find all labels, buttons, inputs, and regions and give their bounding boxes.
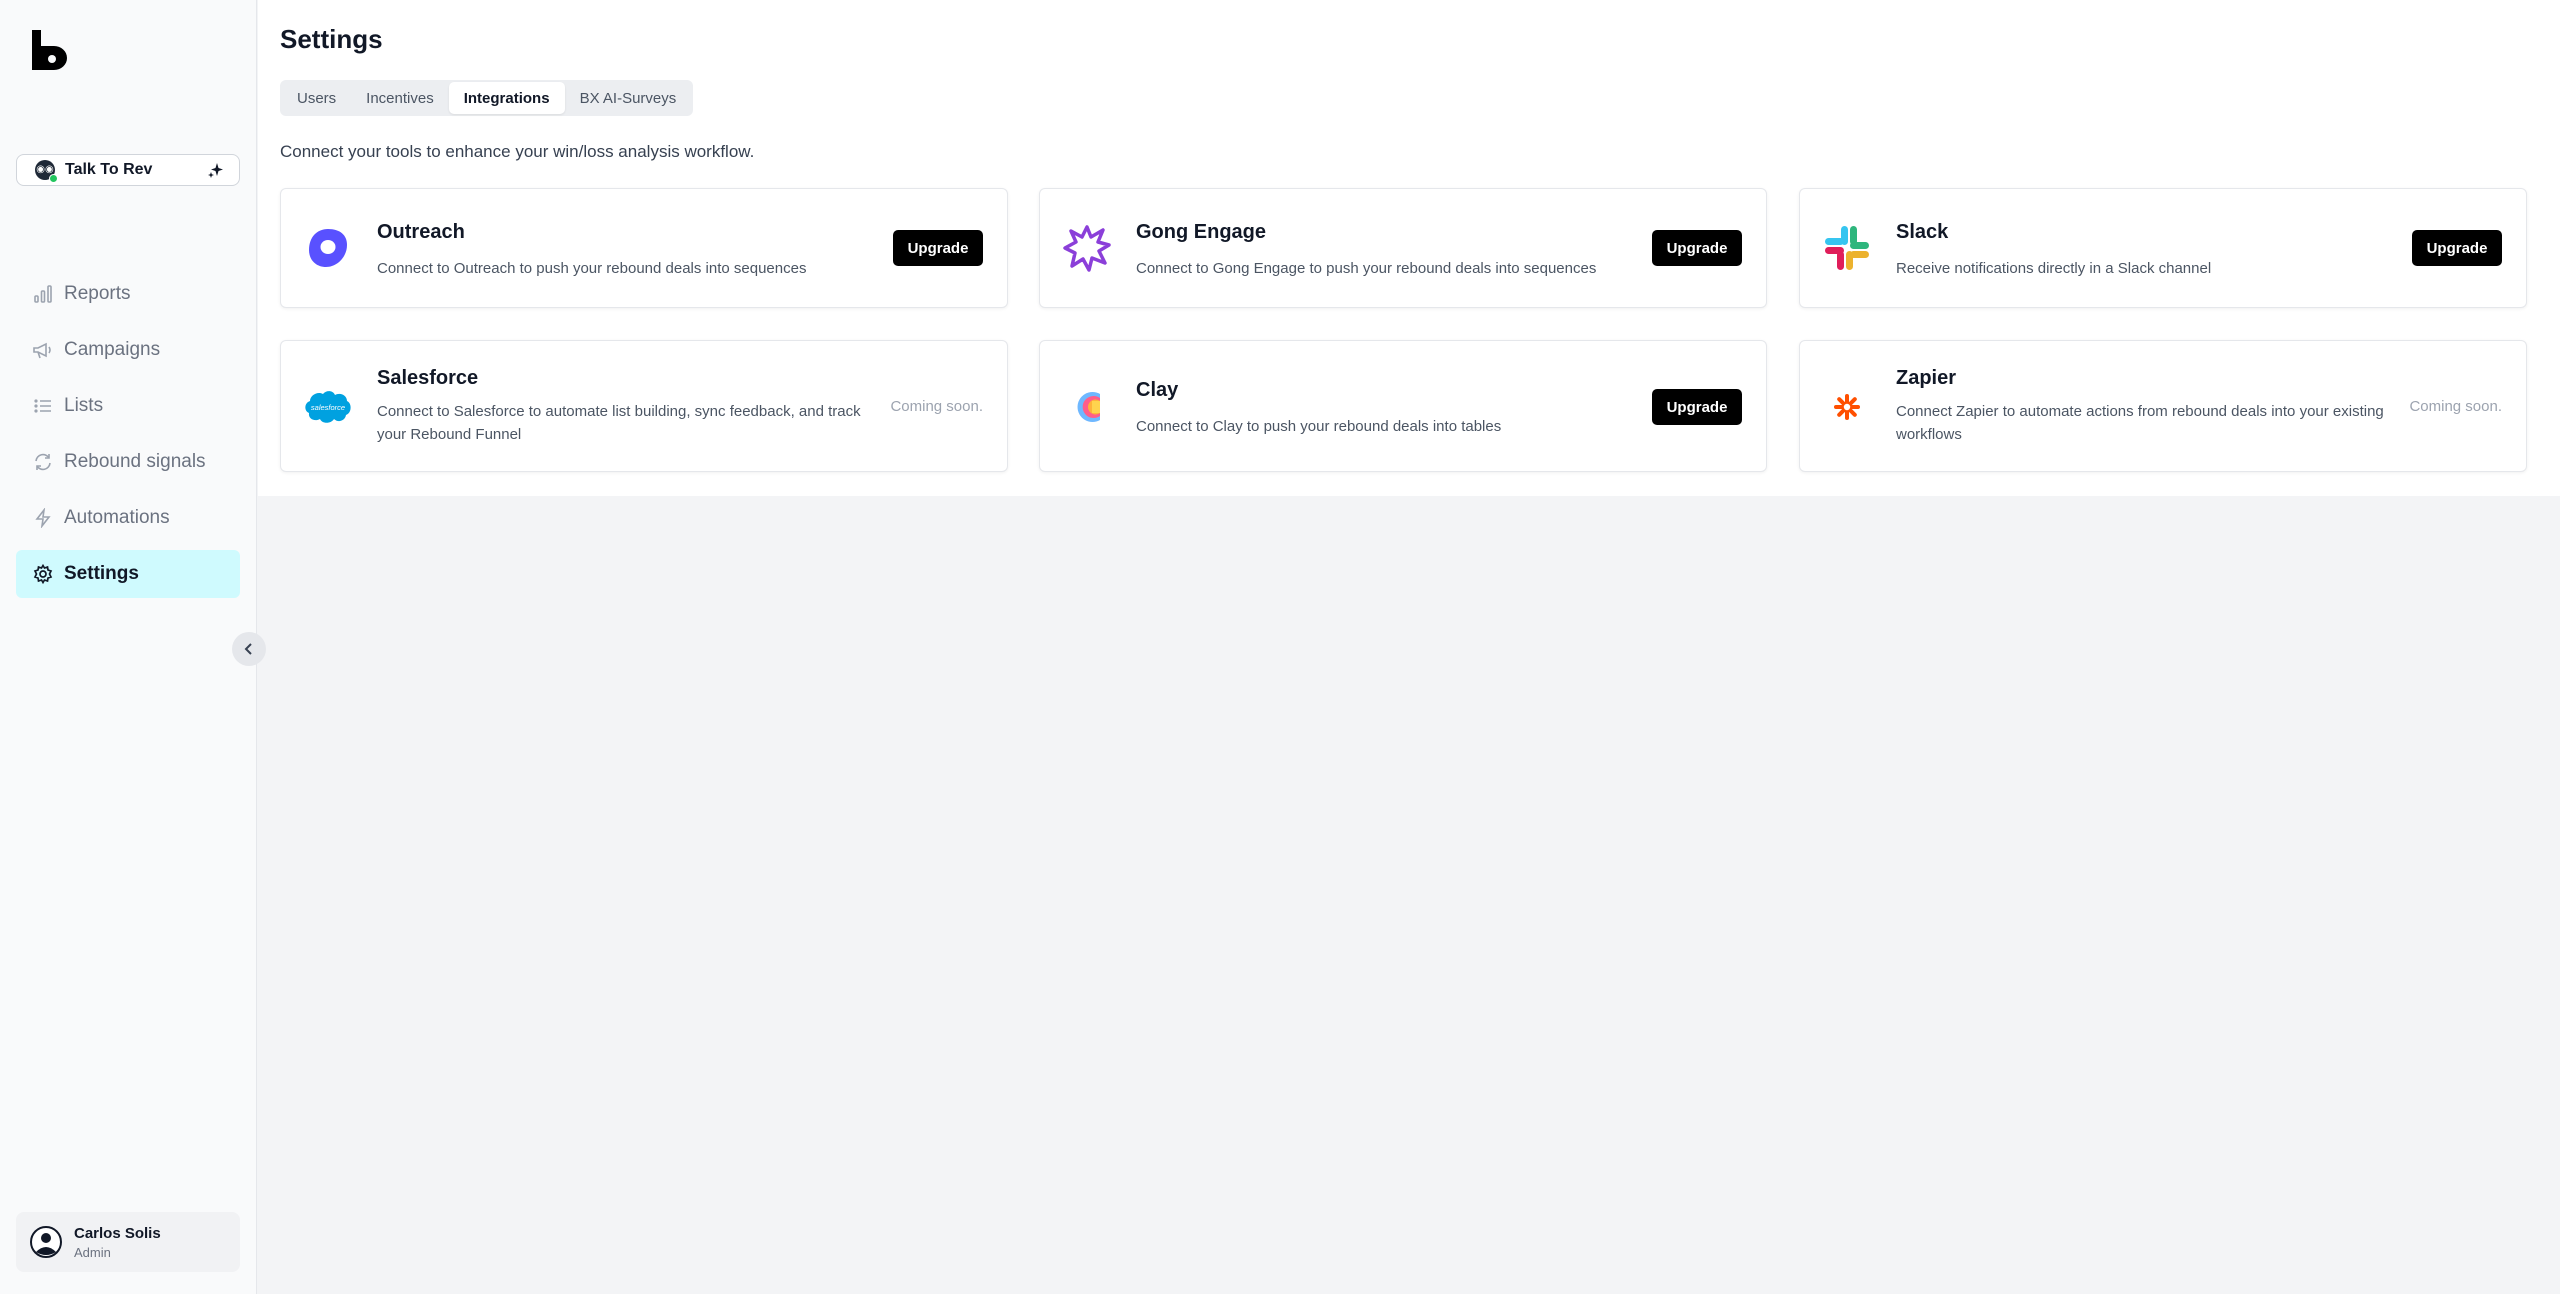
refresh-icon [32,451,54,473]
integration-card-salesforce: salesforce Salesforce Connect to Salesfo… [280,340,1008,472]
nav-item-lists[interactable]: Lists [16,382,240,430]
nav-item-automations[interactable]: Automations [16,494,240,542]
integration-description: Connect to Gong Engage to push your rebo… [1136,260,1597,277]
nav-label: Rebound signals [64,451,206,472]
salesforce-logo-icon: salesforce [303,382,353,432]
user-name: Carlos Solis [74,1224,161,1242]
nav-item-settings[interactable]: Settings [16,550,240,598]
megaphone-icon [32,339,54,361]
integration-name: Outreach [377,221,465,243]
integration-card-clay: Clay Connect to Clay to push your reboun… [1039,340,1767,472]
coming-soon-label: Coming soon. [890,398,983,415]
user-info: Carlos Solis Admin [74,1225,161,1260]
user-avatar-icon [30,1226,62,1258]
nav-label: Automations [64,507,170,528]
bolt-icon [32,507,54,529]
nav-label: Campaigns [64,339,161,360]
integration-card-gong-engage: Gong Engage Connect to Gong Engage to pu… [1039,188,1767,308]
integration-description: Receive notifications directly in a Slac… [1896,260,2212,277]
page-subtitle: Connect your tools to enhance your win/l… [280,142,755,161]
workspace-switcher[interactable]: ◉◉ Talk To Rev [16,154,240,186]
upgrade-button[interactable]: Upgrade [893,230,983,266]
chevron-left-icon [244,643,252,655]
outreach-logo-icon [303,223,353,273]
tab-incentives[interactable]: Incentives [351,82,449,114]
nav-item-campaigns[interactable]: Campaigns [16,326,240,374]
sidebar: ◉◉ Talk To Rev Reports Campaigns Lists R… [0,0,257,1294]
integration-description: Connect Zapier to automate actions from … [1896,403,2384,443]
integration-name: Clay [1136,379,1179,401]
main-nav: Reports Campaigns Lists Rebound signals … [16,270,240,606]
integration-description: Connect to Outreach to push your rebound… [377,260,807,277]
coming-soon-label: Coming soon. [2409,398,2502,415]
gear-icon [32,563,54,585]
user-role: Admin [74,1244,111,1260]
clay-logo-icon [1062,382,1112,432]
nav-label: Reports [64,283,131,304]
upgrade-button[interactable]: Upgrade [1652,389,1742,425]
sparkle-icon[interactable] [207,161,225,179]
settings-tabs: Users Incentives Integrations BX AI-Surv… [280,80,694,116]
integration-name: Zapier [1896,367,1957,389]
nav-label: Settings [64,563,139,584]
nav-item-reports[interactable]: Reports [16,270,240,318]
integration-name: Salesforce [377,367,479,389]
integration-name: Gong Engage [1136,221,1266,243]
salesforce-logo-text: salesforce [311,403,345,412]
main-content: Settings Users Incentives Integrations B… [258,0,2560,496]
integration-card-zapier: Zapier Connect Zapier to automate action… [1799,340,2527,472]
upgrade-button[interactable]: Upgrade [1652,230,1742,266]
collapse-sidebar-button[interactable] [232,632,266,666]
nav-label: Lists [64,395,104,416]
slack-logo-icon [1822,223,1872,273]
workspace-avatar: ◉◉ [35,160,58,183]
tab-bx-ai-surveys[interactable]: BX AI-Surveys [565,82,692,114]
bar-chart-icon [32,283,54,305]
nav-item-rebound-signals[interactable]: Rebound signals [16,438,240,486]
list-icon [32,395,54,417]
online-status-dot [49,174,58,183]
tab-integrations[interactable]: Integrations [448,82,565,114]
tab-users[interactable]: Users [282,82,351,114]
integration-name: Slack [1896,221,1949,243]
brand-logo[interactable] [30,28,70,72]
user-profile[interactable]: Carlos Solis Admin [16,1212,240,1272]
integration-card-slack: Slack Receive notifications directly in … [1799,188,2527,308]
workspace-name: Talk To Rev [65,161,153,178]
gong-logo-icon [1062,223,1112,273]
zapier-logo-icon [1822,382,1872,432]
upgrade-button[interactable]: Upgrade [2412,230,2502,266]
integration-description: Connect to Clay to push your rebound dea… [1136,418,1502,435]
page-title: Settings [280,24,383,54]
integration-card-outreach: Outreach Connect to Outreach to push you… [280,188,1008,308]
integration-description: Connect to Salesforce to automate list b… [377,403,861,443]
